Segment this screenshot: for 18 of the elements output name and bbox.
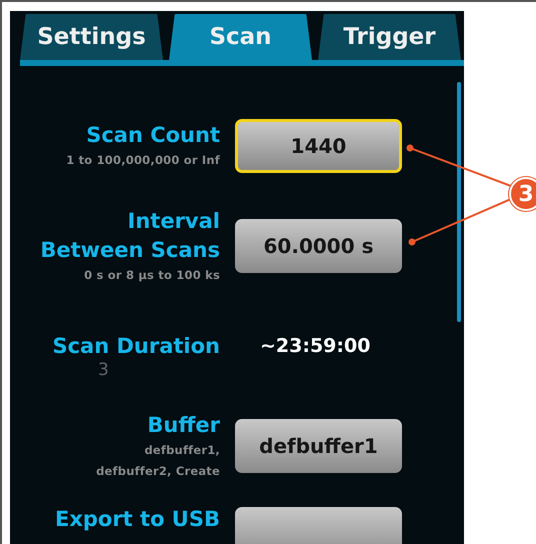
tab[interactable]: Scan — [169, 14, 312, 60]
setting-label: Export to USB — [54, 507, 220, 531]
value-button[interactable]: defbuffer1 — [235, 419, 402, 473]
setting-label: Buffer — [146, 412, 220, 438]
value-button[interactable]: 60.0000 s — [235, 219, 402, 273]
tab[interactable]: Settings — [20, 14, 163, 60]
setting-label: Scan Duration — [51, 332, 220, 360]
setting-label: Scan Count — [85, 122, 220, 149]
tab[interactable]: Trigger — [318, 14, 461, 60]
value-text: ~23:59:00 — [260, 335, 370, 357]
setting-hint: 1 to 100,000,000 or Inf — [65, 152, 220, 169]
value-button[interactable]: 1440 — [235, 119, 402, 173]
scrollbar[interactable] — [457, 82, 461, 322]
callout-number: 3 — [509, 177, 536, 211]
setting-hint: defbuffer1, defbuffer2, Create — [95, 442, 220, 480]
stray-number: 3 — [98, 360, 109, 380]
setting-label: Interval Between Scans — [39, 208, 220, 264]
setting-hint: 0 s or 8 µs to 100 ks — [83, 266, 220, 284]
